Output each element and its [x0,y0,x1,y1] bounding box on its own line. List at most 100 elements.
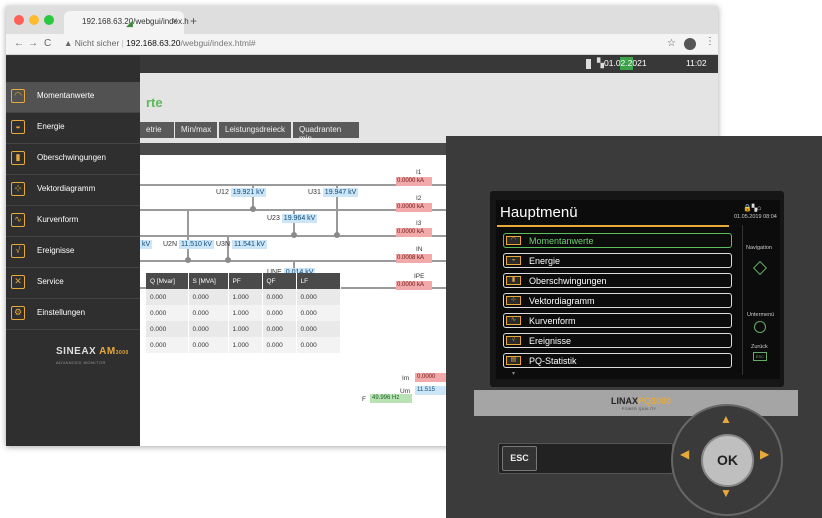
device-menu-item-kurvenform[interactable]: ∿ Kurvenform [503,313,732,328]
address-bar: ← → C ▲ Nicht sicher | 192.168.63.20/web… [6,34,718,55]
i3-label: I3 [416,220,422,227]
u2n-label: U2N [163,241,178,248]
device-menu-item-oberschwingungen[interactable]: ▮ Oberschwingungen [503,273,732,288]
account-icon[interactable] [684,38,696,50]
u12-value: 19.921 kV [230,188,267,197]
tab-min-max[interactable]: Min/max [175,122,217,138]
col-pf: PF [228,273,263,289]
sidebar-item-oberschwingungen[interactable]: ▮ Oberschwingungen [6,144,140,175]
u3n-value: 11.541 kV [231,240,267,249]
brand-subtitle: ADVANCED MONITOR [56,360,106,365]
table-cell: 0.000 [146,305,189,321]
table-header: Q [Mvar] S [MVA] PF QF LF [146,273,341,289]
sidebar-item-ereignisse[interactable]: √ Ereignisse [6,237,140,268]
tab-symmetrie[interactable]: etrie [140,122,174,138]
power-table: Q [Mvar] S [MVA] PF QF LF 0.000 0.000 1.00… [146,273,341,353]
vector-diagram-icon: ⊹ [11,182,25,196]
table-cell: 0.000 [146,337,189,353]
submenu-icon [754,321,766,333]
tab-close-icon[interactable]: × [172,16,178,27]
frequency-label: F [362,396,366,403]
im-label: Im [402,375,410,382]
app-date: 01.02.2021 [604,58,647,68]
table-row: 0.000 0.000 1.000 0.000 0.000 [146,321,341,337]
sidebar-item-vektordiagramm[interactable]: ⊹ Vektordiagramm [6,175,140,206]
table-cell: 1.000 [228,305,263,321]
sidebar-item-label: Kurvenform [37,215,79,224]
sidebar-item-energie[interactable]: ◒ Energie [6,113,140,144]
softkey-navigation-label: Navigation [746,245,772,251]
device-menu-item-ereignisse[interactable]: √ Ereignisse [503,333,732,348]
forward-button[interactable]: → [28,38,38,49]
tab-quadranten[interactable]: Quadranten min [293,122,359,143]
close-window-button[interactable] [14,15,24,25]
device-menu-item-vektordiagramm[interactable]: ⊹ Vektordiagramm [503,293,732,308]
left-arrow-button[interactable]: ◀ [680,447,689,461]
events-icon: √ [506,336,521,345]
gear-icon: ⚙ [11,306,25,320]
sidebar-item-service[interactable]: ✕ Service [6,268,140,299]
table-cell: 0.000 [146,321,189,337]
softkey-submenu-label: Untermenü [747,312,775,318]
table-cell: 1.000 [228,321,263,337]
esc-softkey-icon: ESC [753,352,767,361]
esc-button[interactable]: ESC [502,446,537,471]
scroll-more-icon: ▾ [512,371,516,377]
u31-reading: U31 19.947 kV [308,188,359,197]
minimize-window-button[interactable] [29,15,39,25]
i1-label: I1 [416,169,422,176]
not-secure-label: ▲ Nicht sicher [64,38,120,48]
device-menu-item-energie[interactable]: ◒ Energie [503,253,732,268]
u12-reading: U12 19.921 kV [216,188,267,197]
device-menu-item-momentanwerte[interactable]: ◠ Momentanwerte [503,233,732,248]
linax-model: PQ3000 [638,396,672,406]
sidebar-item-kurvenform[interactable]: ∿ Kurvenform [6,206,140,237]
down-arrow-button[interactable]: ▼ [720,486,732,500]
events-icon: √ [11,244,25,258]
back-button[interactable]: ← [14,38,24,49]
node [185,257,191,263]
sidebar-item-einstellungen[interactable]: ⚙ Einstellungen [6,299,140,330]
tab-leistungsdreieck[interactable]: Leistungsdreieck [219,122,291,138]
ok-button[interactable]: OK [701,434,754,487]
waveform-icon: ∿ [506,316,521,325]
table-cell: 0.000 [262,321,297,337]
device-menu-label: Oberschwingungen [529,275,607,286]
node [250,206,256,212]
up-arrow-button[interactable]: ▲ [720,412,732,426]
right-arrow-button[interactable]: ▶ [760,447,769,461]
browser-tab[interactable]: ◢ 192.168.63.20/webgui/index.h × [64,11,189,34]
node [291,232,297,238]
col-lf: LF [296,273,341,289]
device-menu-label: Kurvenform [529,315,576,326]
sidebar: ◠ Momentanwerte ◒ Energie ▮ Oberschwingu… [6,56,140,446]
softkey-back-label: Zurück [751,344,768,350]
new-tab-button[interactable]: + [190,14,197,28]
bookmark-star-icon[interactable]: ☆ [667,38,676,49]
url-field[interactable]: ▲ Nicht sicher | 192.168.63.20/webgui/in… [64,38,256,48]
tools-icon: ✕ [11,275,25,289]
sidebar-item-momentanwerte[interactable]: ◠ Momentanwerte [6,82,140,113]
sidebar-item-label: Energie [37,122,65,131]
page-title: rte [146,95,163,110]
gauge-icon: ◠ [506,236,521,245]
browser-menu-icon[interactable]: ⋮ [705,36,715,47]
device-menu-item-pq-statistik[interactable]: ▤ PQ-Statistik [503,353,732,368]
linax-brand: LINAX [611,396,638,406]
sineax-logo: SINEAX AM3000 [56,346,129,357]
table-cell: 0.000 [188,289,229,305]
linax-logo: LINAXPQ3000 [611,396,671,406]
tab-strip: ◢ 192.168.63.20/webgui/index.h × + [6,6,718,34]
device-menu-label: Energie [529,255,561,266]
u3n-reading: U3N 11.541 kV [216,240,267,249]
harmonics-bars-icon: ▮ [506,276,521,285]
col-q: Q [Mvar] [146,273,189,289]
device-menu-label: Vektordiagramm [529,295,595,306]
table-cell: 0.000 [262,305,297,321]
in-value: 0.0008 kA [396,254,432,263]
u31-value: 19.947 kV [322,188,359,197]
url-host: 192.168.63.20 [126,38,181,48]
device-menu-title: Hauptmenü [500,204,578,221]
maximize-window-button[interactable] [44,15,54,25]
reload-button[interactable]: C [44,38,51,49]
